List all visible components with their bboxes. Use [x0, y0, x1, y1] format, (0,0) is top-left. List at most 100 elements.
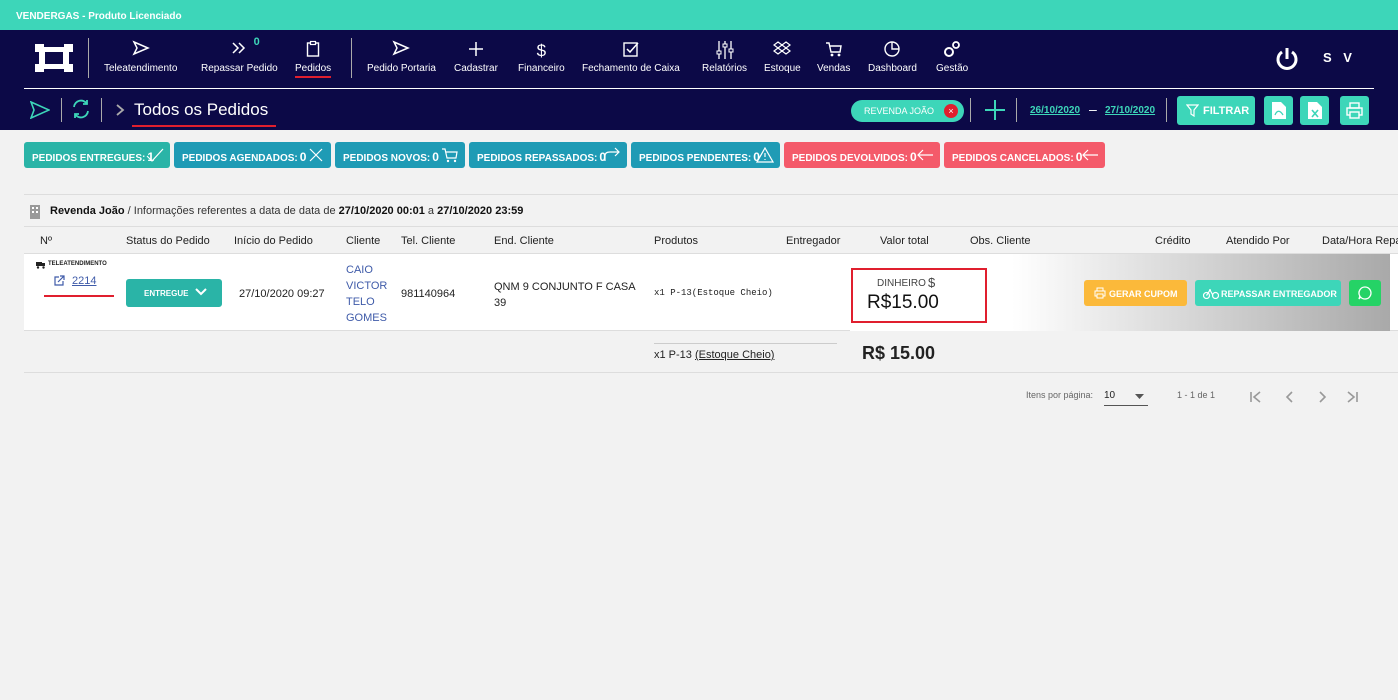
nav-divider — [88, 38, 89, 78]
summary-cancelled[interactable]: PEDIDOS CANCELADOS: 0 — [944, 142, 1105, 168]
column-header[interactable]: End. Cliente — [494, 235, 554, 247]
send-icon[interactable] — [30, 101, 50, 119]
whatsapp-button[interactable] — [1349, 280, 1381, 306]
column-header[interactable]: Status do Pedido — [126, 235, 210, 247]
nav-gestao[interactable]: Gestão — [936, 40, 968, 74]
totals-value: R$ 15.00 — [862, 343, 936, 363]
arrow-left-icon — [917, 149, 933, 161]
export-excel-button[interactable] — [1300, 96, 1329, 125]
first-page-icon[interactable] — [1249, 390, 1263, 404]
summary-label: PEDIDOS REPASSADOS: — [477, 153, 598, 164]
status-label: ENTREGUE — [144, 289, 189, 298]
nav-pedido-portaria[interactable]: Pedido Portaria — [367, 40, 436, 74]
page-size-select[interactable]: 10 — [1104, 390, 1148, 406]
nav-label: Cadastrar — [454, 63, 498, 74]
column-header[interactable]: Valor total — [880, 235, 929, 247]
client-name-line: VICTOR — [346, 280, 388, 292]
order-number-link[interactable]: 2214 — [72, 275, 96, 287]
nav-divider — [351, 38, 352, 78]
totals-products-qty: x1 P-13 — [654, 349, 692, 361]
nav-teleatendimento[interactable]: Teleatendimento — [104, 40, 177, 74]
totals-products-stock[interactable]: (Estoque Cheio) — [695, 349, 775, 361]
forward-deliverer-button[interactable]: REPASSAR ENTREGADOR — [1195, 280, 1341, 306]
gears-icon — [936, 40, 968, 62]
summary-scheduled[interactable]: PEDIDOS AGENDADOS: 0 — [174, 142, 331, 168]
user-initials[interactable]: S V — [1323, 50, 1356, 65]
filter-label: FILTRAR — [1203, 105, 1250, 117]
summary-label: PEDIDOS CANCELADOS: — [952, 153, 1074, 164]
date-from-link[interactable]: 26/10/2020 — [1030, 105, 1080, 116]
column-header[interactable]: Início do Pedido — [234, 235, 313, 247]
main-nav-bar: Teleatendimento 0 Repassar Pedido Pedido… — [0, 30, 1398, 88]
next-page-icon[interactable] — [1315, 390, 1329, 404]
summary-returned[interactable]: PEDIDOS DEVOLVIDOS: 0 — [784, 142, 940, 168]
client-address: QNM 9 CONJUNTO F CASA 39 — [494, 281, 635, 309]
store-name: Revenda João — [50, 205, 125, 217]
column-header[interactable]: Crédito — [1155, 235, 1190, 247]
column-header[interactable]: Entregador — [786, 235, 840, 247]
summary-delivered[interactable]: PEDIDOS ENTREGUES: 1 — [24, 142, 170, 168]
summary-forwarded[interactable]: PEDIDOS REPASSADOS: 0 — [469, 142, 627, 168]
cart-icon — [817, 40, 850, 62]
close-icon[interactable]: × — [944, 104, 958, 118]
clipboard-icon — [295, 40, 331, 62]
nav-relatorios[interactable]: Relatórios — [702, 40, 747, 74]
column-header[interactable]: Produtos — [654, 235, 698, 247]
excel-file-icon — [1308, 102, 1322, 119]
page-range: 1 - 1 de 1 — [1177, 390, 1216, 400]
add-icon[interactable] — [984, 99, 1006, 121]
sub-header: Todos os Pedidos REVENDA JOÃO × 26/10/20… — [0, 88, 1398, 130]
info-to: 27/10/2020 23:59 — [437, 205, 524, 217]
nav-cadastrar[interactable]: Cadastrar — [454, 40, 498, 74]
column-header[interactable]: Atendido Por — [1226, 235, 1290, 247]
sub-divider — [101, 98, 102, 122]
refresh-icon[interactable] — [71, 99, 91, 119]
nav-estoque[interactable]: Estoque — [764, 40, 801, 74]
generate-coupon-button[interactable]: GERAR CUPOM — [1084, 280, 1187, 306]
column-header[interactable]: Cliente — [346, 235, 380, 247]
warning-icon — [756, 147, 774, 163]
nav-dashboard[interactable]: Dashboard — [868, 40, 917, 74]
client-name-line: TELO — [346, 296, 375, 308]
power-icon[interactable] — [1274, 46, 1300, 72]
export-pdf-button[interactable] — [1264, 96, 1293, 125]
column-header[interactable]: Data/Hora Repas — [1322, 235, 1398, 247]
filter-button[interactable]: FILTRAR — [1177, 96, 1255, 125]
building-icon — [30, 205, 40, 219]
nav-pedidos[interactable]: Pedidos — [295, 40, 332, 78]
truck-logo-icon[interactable] — [35, 44, 73, 74]
column-header[interactable]: Tel. Cliente — [401, 235, 455, 247]
nav-label: Fechamento de Caixa — [582, 63, 680, 74]
summary-pending[interactable]: PEDIDOS PENDENTES: 0 — [631, 142, 780, 168]
totals-row: x1 P-13 (Estoque Cheio) R$ 15.00 — [24, 331, 1398, 373]
summary-new[interactable]: PEDIDOS NOVOS: 0 — [335, 142, 465, 168]
send-outline-icon — [367, 40, 436, 62]
nav-label: Pedido Portaria — [367, 63, 436, 74]
page-size-value: 10 — [1104, 390, 1116, 401]
nav-vendas[interactable]: Vendas — [817, 40, 850, 74]
check-square-icon — [582, 40, 680, 62]
client-name-link[interactable]: CAIO VICTOR TELO GOMES — [346, 262, 396, 326]
store-filter-chip[interactable]: REVENDA JOÃO × — [851, 100, 964, 122]
nav-label: Teleatendimento — [104, 63, 178, 74]
column-header[interactable]: Obs. Cliente — [970, 235, 1031, 247]
last-page-icon[interactable] — [1345, 390, 1359, 404]
info-mid: a — [424, 205, 438, 217]
external-link-icon[interactable] — [54, 275, 65, 286]
printer-icon — [1346, 102, 1363, 119]
column-header[interactable]: Nº — [40, 235, 52, 247]
info-from: 27/10/2020 00:01 — [338, 205, 425, 217]
nav-financeiro[interactable]: $ Financeiro — [518, 40, 565, 74]
top-navigation: Teleatendimento 0 Repassar Pedido Pedido… — [0, 30, 1398, 130]
date-to-link[interactable]: 27/10/2020 — [1105, 105, 1155, 116]
status-dropdown[interactable]: ENTREGUE — [126, 279, 222, 307]
dropbox-icon — [764, 40, 801, 62]
nav-repassar-pedido[interactable]: 0 Repassar Pedido — [201, 36, 278, 74]
nav-fechamento-caixa[interactable]: Fechamento de Caixa — [582, 40, 680, 74]
table-row[interactable]: TELEATENDIMENTO 2214 ENTREGUE 27/10/2020… — [24, 254, 1398, 331]
previous-page-icon[interactable] — [1283, 390, 1297, 404]
payment-type: DINHEIRO — [877, 278, 926, 289]
items-per-page-label: Itens por página: — [1026, 390, 1094, 400]
print-button[interactable] — [1340, 96, 1369, 125]
order-products: x1 P-13(Estoque Cheio) — [654, 288, 773, 298]
